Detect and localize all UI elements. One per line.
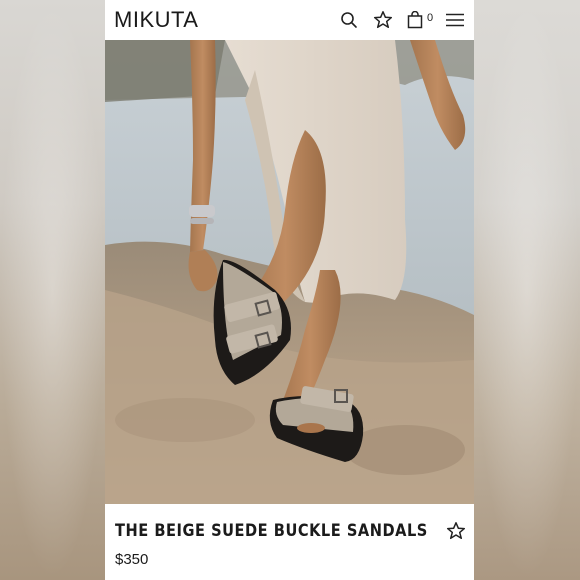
star-icon[interactable] — [372, 9, 394, 31]
top-nav-bar: MIKUTA 0 — [105, 0, 474, 40]
product-hero-image[interactable] — [105, 40, 474, 504]
menu-icon[interactable] — [444, 9, 466, 31]
product-screen: MIKUTA 0 THE BEIGE SUEDE BUCKLE SANDALS … — [105, 0, 474, 580]
product-price: $350 — [115, 551, 149, 568]
product-info: THE BEIGE SUEDE BUCKLE SANDALS $350 — [105, 504, 474, 580]
search-icon[interactable] — [338, 9, 360, 31]
product-photo — [105, 40, 474, 504]
bag-count-badge: 0 — [427, 12, 434, 24]
product-title[interactable]: THE BEIGE SUEDE BUCKLE SANDALS — [115, 521, 428, 541]
blurred-background-right — [474, 0, 580, 580]
blurred-background-left — [0, 0, 105, 580]
bag-icon[interactable] — [404, 9, 426, 31]
brand-logo[interactable]: MIKUTA — [114, 7, 198, 33]
favorite-star-icon[interactable] — [446, 521, 468, 543]
